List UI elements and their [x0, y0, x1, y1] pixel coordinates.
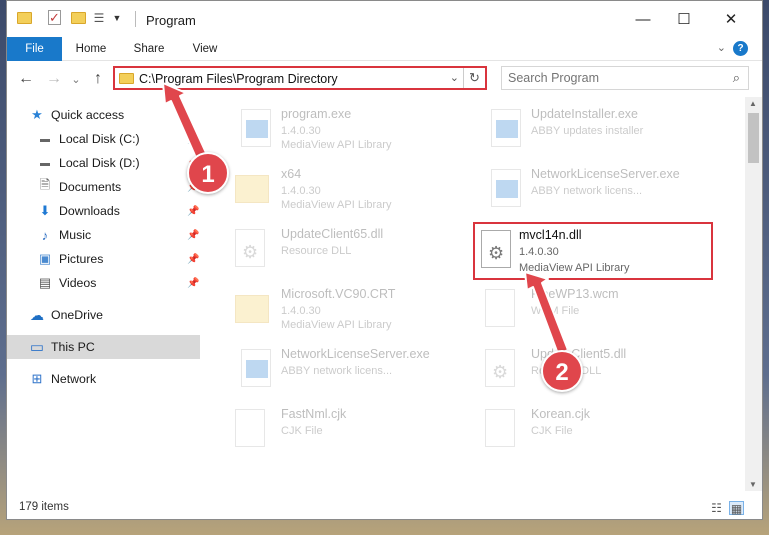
step-badge-1: 1: [187, 152, 229, 194]
arrow-to-address-bar: [162, 82, 208, 161]
step-badge-2: 2: [541, 350, 583, 392]
arrow-to-highlighted-file: [524, 271, 569, 355]
annotation-arrows: [162, 82, 569, 355]
